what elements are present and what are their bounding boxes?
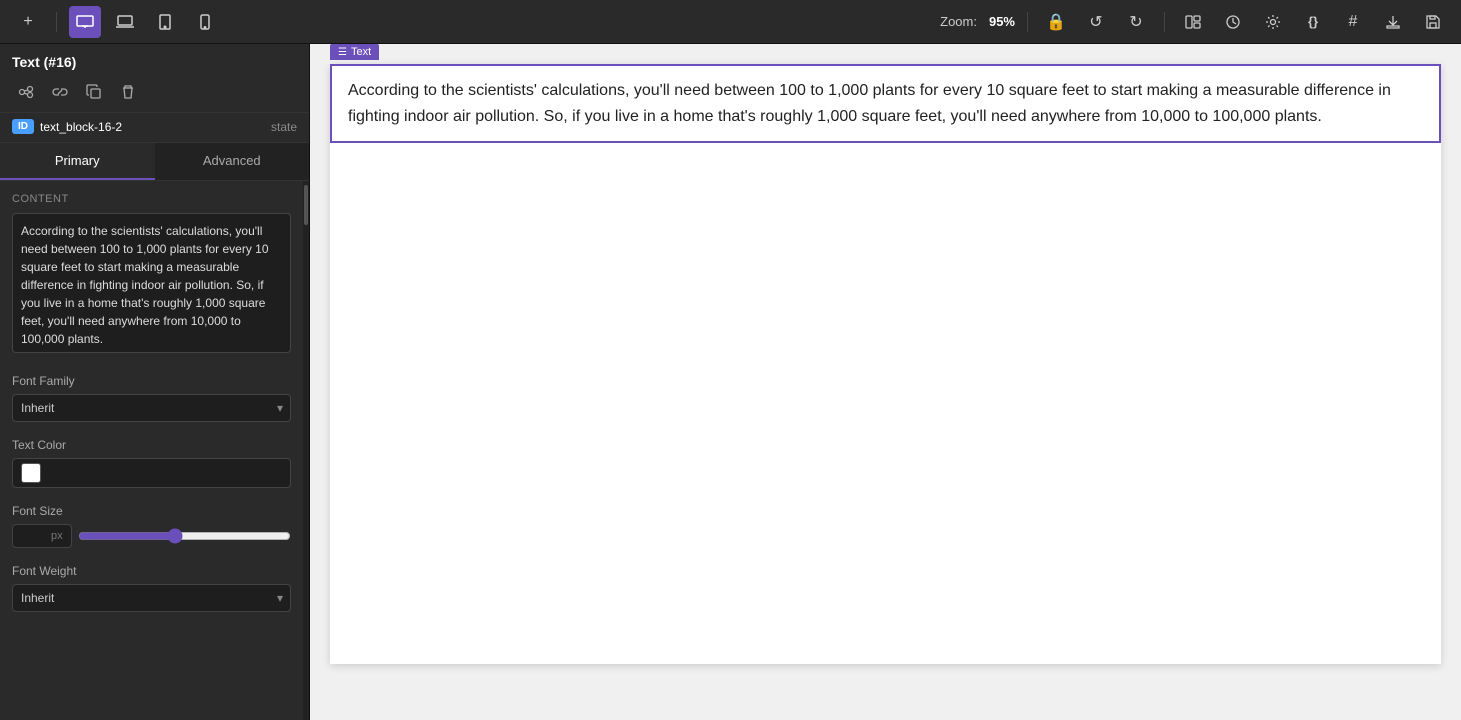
font-family-select[interactable]: Inherit Arial Georgia Times New Roman He…	[12, 394, 291, 422]
group-button[interactable]	[12, 78, 40, 106]
selected-text-block[interactable]: According to the scientists' calculation…	[330, 64, 1441, 143]
font-size-label: Font Size	[12, 504, 291, 518]
duplicate-button[interactable]	[80, 78, 108, 106]
content-textarea[interactable]	[12, 213, 291, 353]
sidebar-content: Content Font Family Inherit Arial Georgi…	[0, 181, 303, 720]
canvas-inner: ☰ Text According to the scientists' calc…	[330, 64, 1441, 664]
top-toolbar: + Zoom: 95% 🔒 ↺ ↻ {} #	[0, 0, 1461, 44]
font-size-input[interactable]	[19, 529, 51, 543]
phone-view-button[interactable]	[189, 6, 221, 38]
color-field-row	[12, 458, 291, 488]
font-weight-select-wrapper: Inherit 400 600 700	[12, 584, 291, 612]
element-id: text_block-16-2	[40, 120, 265, 134]
divider-1	[56, 12, 57, 32]
redo-button[interactable]: ↻	[1120, 6, 1152, 38]
font-size-group: Font Size px	[12, 504, 291, 548]
desktop-view-button[interactable]	[69, 6, 101, 38]
code-button[interactable]: {}	[1297, 6, 1329, 38]
font-weight-select[interactable]: Inherit 400 600 700	[12, 584, 291, 612]
add-button[interactable]: +	[12, 6, 44, 38]
scrollbar	[303, 181, 309, 720]
history-button[interactable]	[1217, 6, 1249, 38]
left-sidebar: Text (#16) ID text_block-16-2 state	[0, 44, 310, 720]
layout-button[interactable]	[1177, 6, 1209, 38]
divider-3	[1164, 12, 1165, 32]
state-label: state	[271, 120, 297, 134]
sidebar-title: Text (#16)	[12, 54, 297, 70]
zoom-value: 95%	[989, 14, 1015, 29]
tablet-view-button[interactable]	[149, 6, 181, 38]
id-badge: ID	[12, 119, 34, 134]
text-badge-icon: ☰	[338, 47, 347, 58]
font-size-row: px	[12, 524, 291, 548]
divider-2	[1027, 12, 1028, 32]
grid-button[interactable]: #	[1337, 6, 1369, 38]
lock-button[interactable]: 🔒	[1040, 6, 1072, 38]
font-family-group: Font Family Inherit Arial Georgia Times …	[12, 374, 291, 422]
canvas-area: ☰ Text According to the scientists' calc…	[310, 44, 1461, 720]
font-size-unit: px	[51, 530, 63, 542]
zoom-label: Zoom:	[940, 14, 977, 29]
link-button[interactable]	[46, 78, 74, 106]
font-family-select-wrapper: Inherit Arial Georgia Times New Roman He…	[12, 394, 291, 422]
settings-button[interactable]	[1257, 6, 1289, 38]
font-size-slider[interactable]	[78, 528, 291, 544]
sidebar-actions	[12, 78, 297, 106]
font-family-label: Font Family	[12, 374, 291, 388]
font-size-slider-wrap	[78, 526, 291, 546]
delete-button[interactable]	[114, 78, 142, 106]
text-badge-label: Text	[351, 46, 371, 58]
main-area: Text (#16) ID text_block-16-2 state	[0, 44, 1461, 720]
font-weight-label: Font Weight	[12, 564, 291, 578]
text-badge: ☰ Text	[330, 44, 379, 60]
text-color-group: Text Color	[12, 438, 291, 488]
tab-primary[interactable]: Primary	[0, 143, 155, 180]
scroll-thumb[interactable]	[304, 185, 308, 225]
undo-button[interactable]: ↺	[1080, 6, 1112, 38]
color-swatch[interactable]	[21, 463, 41, 483]
save-button[interactable]	[1417, 6, 1449, 38]
export-button[interactable]	[1377, 6, 1409, 38]
content-section-label: Content	[12, 193, 291, 205]
text-color-label: Text Color	[12, 438, 291, 452]
tab-advanced[interactable]: Advanced	[155, 143, 310, 180]
sidebar-header: Text (#16)	[0, 44, 309, 113]
laptop-view-button[interactable]	[109, 6, 141, 38]
font-weight-group: Font Weight Inherit 400 600 700	[12, 564, 291, 612]
sidebar-tabs: Primary Advanced	[0, 143, 309, 181]
font-size-input-wrap: px	[12, 524, 72, 548]
id-row: ID text_block-16-2 state	[0, 113, 309, 143]
